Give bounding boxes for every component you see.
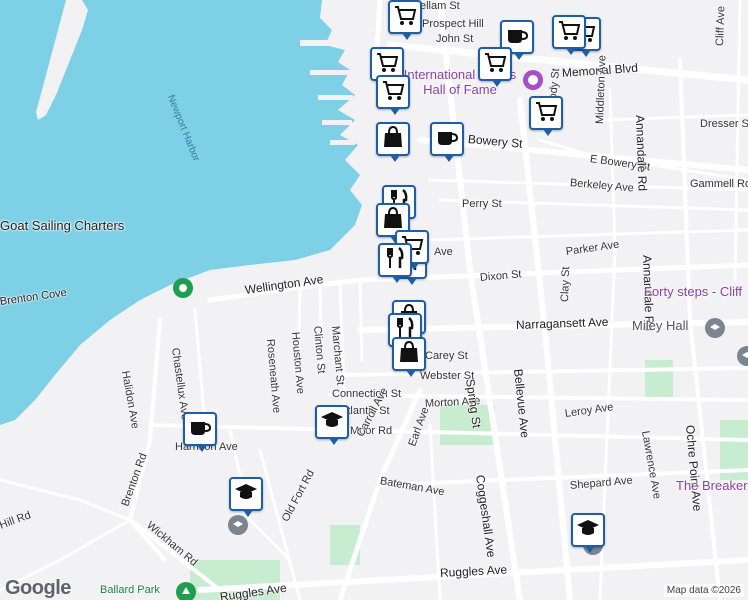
street-label: Clay St: [559, 266, 573, 303]
coffee-icon: [187, 414, 213, 445]
shopping-cart-icon: [533, 98, 559, 129]
poi-forty-steps-label[interactable]: Forty steps - Cliff: [644, 284, 742, 299]
park-pin-icon[interactable]: [173, 278, 193, 298]
restaurant-icon: [382, 245, 408, 276]
school-icon: [319, 407, 345, 438]
shopping-cart-icon: [380, 77, 406, 108]
street-label: Ave: [434, 246, 453, 258]
park-pin-icon[interactable]: [176, 582, 196, 600]
shopping-bag-marker[interactable]: [392, 337, 426, 377]
street-label: Cliff Ave: [714, 5, 728, 47]
shopping-cart-marker[interactable]: [388, 0, 422, 40]
street-label: Carey St: [425, 350, 468, 362]
poi-breakers-label[interactable]: The Breakers: [676, 478, 748, 493]
school-icon: [233, 479, 259, 510]
charters-label: Goat Sailing Charters: [0, 218, 125, 233]
restaurant-marker[interactable]: [378, 243, 412, 283]
street-label: ellam St: [420, 0, 460, 12]
street-label: John St: [436, 33, 474, 45]
school-marker[interactable]: [571, 513, 605, 553]
map-attribution[interactable]: Map data ©2026: [663, 584, 744, 597]
school-marker[interactable]: [229, 477, 263, 517]
shopping-cart-marker[interactable]: [552, 15, 586, 55]
school-pin-icon[interactable]: [228, 515, 248, 535]
street-label: Gammell Rd: [690, 178, 748, 190]
shopping-cart-marker[interactable]: [529, 96, 563, 136]
shopping-cart-marker[interactable]: [376, 75, 410, 115]
street-label: Middleton Ave: [594, 54, 609, 125]
google-logo: Google: [5, 577, 71, 599]
landmark-icon[interactable]: [523, 70, 543, 90]
coffee-marker[interactable]: [430, 122, 464, 162]
shopping-cart-icon: [392, 2, 418, 33]
map-base-layer: [0, 0, 748, 600]
school-pin-icon[interactable]: [705, 318, 725, 338]
school-icon: [575, 515, 601, 546]
school-marker[interactable]: [315, 405, 349, 445]
street-label: Dresser St: [700, 118, 748, 130]
street-label: Perry St: [462, 198, 502, 210]
coffee-icon: [434, 124, 460, 155]
poi-ballard-label[interactable]: Ballard Park: [100, 584, 160, 596]
shopping-cart-icon: [482, 49, 508, 80]
shopping-cart-marker[interactable]: [478, 47, 512, 87]
map-canvas[interactable]: Newport Harbor Goat Sailing Charters Bre…: [0, 0, 748, 600]
coffee-marker[interactable]: [183, 412, 217, 452]
street-label: Connection St: [332, 388, 402, 400]
shopping-cart-icon: [556, 17, 582, 48]
shopping-bag-icon: [380, 124, 406, 155]
street-label: Annandale Rd: [633, 114, 650, 192]
street-label: Prospect Hill: [422, 18, 484, 30]
poi-miley-hall-label[interactable]: Miley Hall: [632, 318, 688, 333]
shopping-bag-icon: [396, 339, 422, 370]
shopping-bag-marker[interactable]: [376, 122, 410, 162]
